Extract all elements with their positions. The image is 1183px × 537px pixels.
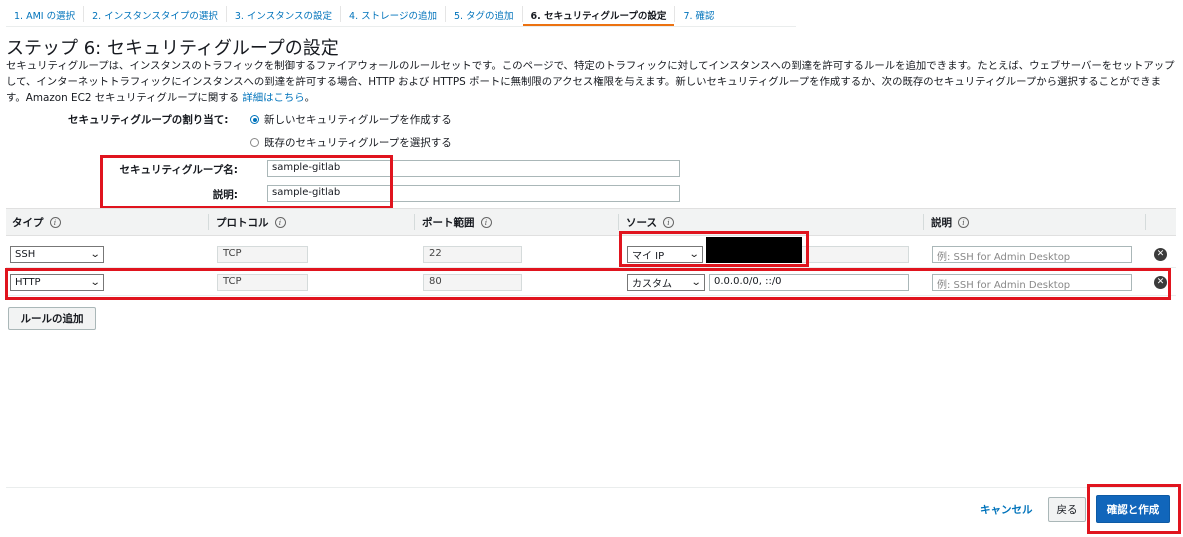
info-icon[interactable]: i (274, 216, 286, 228)
delete-rule-icon[interactable]: ✕ (1154, 248, 1167, 261)
tab-security-group[interactable]: 6. セキュリティグループの設定 (522, 0, 675, 26)
header-divider (414, 214, 415, 230)
page-description: セキュリティグループは、インスタンスのトラフィックを制御するファイアウォールのル… (6, 58, 1176, 106)
header-description-label: 説明 (931, 216, 952, 229)
back-button[interactable]: 戻る (1048, 497, 1086, 522)
radio-new-label: 新しいセキュリティグループを作成する (264, 114, 452, 126)
rule-desc-input[interactable]: 例: SSH for Admin Desktop (932, 246, 1132, 263)
header-divider (1145, 214, 1146, 230)
header-port-label: ポート範囲 (422, 216, 475, 229)
highlight-review-button (1087, 484, 1181, 534)
radio-new-group[interactable]: 新しいセキュリティグループを作成する (250, 112, 452, 127)
type-value: SSH (15, 249, 36, 260)
radio-existing-label: 既存のセキュリティグループを選択する (264, 137, 452, 149)
radio-selected-icon[interactable] (250, 115, 259, 124)
tab-ami[interactable]: 1. AMI の選択 (6, 0, 83, 26)
info-icon[interactable]: i (49, 216, 61, 228)
header-port: ポート範囲 i (416, 209, 616, 235)
header-protocol: プロトコル i (210, 209, 410, 235)
page-title: ステップ 6: セキュリティグループの設定 (6, 38, 339, 59)
tab-instance-config[interactable]: 3. インスタンスの設定 (227, 0, 340, 26)
tab-storage[interactable]: 4. ストレージの追加 (341, 0, 445, 26)
tab-tags[interactable]: 5. タグの追加 (446, 0, 522, 26)
footer-divider (6, 487, 1176, 488)
radio-existing-group[interactable]: 既存のセキュリティグループを選択する (250, 135, 452, 150)
header-protocol-label: プロトコル (216, 216, 269, 229)
header-type-label: タイプ (12, 216, 44, 229)
highlight-group-fields (100, 155, 393, 209)
tab-instance-type[interactable]: 2. インスタンスタイプの選択 (84, 0, 226, 26)
header-source-label: ソース (626, 216, 657, 229)
assign-label: セキュリティグループの割り当て: (68, 114, 229, 126)
port-field: 22 (423, 246, 522, 263)
chevron-down-icon: ⌄ (89, 249, 101, 260)
type-select[interactable]: SSH ⌄ (10, 246, 104, 263)
cancel-link[interactable]: キャンセル (980, 502, 1033, 517)
info-icon[interactable]: i (958, 216, 969, 228)
add-rule-button[interactable]: ルールの追加 (8, 307, 96, 330)
table-row: SSH ⌄ TCP 22 マイ IP ⌄ 例: SSH for Admin Desk… (6, 237, 1176, 268)
highlight-source-myip (619, 231, 809, 267)
tab-review[interactable]: 7. 確認 (675, 0, 722, 26)
description-text: セキュリティグループは、インスタンスのトラフィックを制御するファイアウォールのル… (6, 60, 1175, 104)
step-tabs: 1. AMI の選択 2. インスタンスタイプの選択 3. インスタンスの設定 … (6, 0, 723, 26)
description-period: 。 (304, 92, 316, 104)
learn-more-link[interactable]: 詳細はこちら (242, 92, 304, 104)
highlight-http-row (5, 268, 1171, 300)
header-description: 説明 i (925, 209, 1125, 235)
info-icon[interactable]: i (480, 216, 492, 228)
info-icon[interactable]: i (662, 216, 674, 228)
header-divider (618, 214, 619, 230)
protocol-field: TCP (217, 246, 308, 263)
header-type: タイプ i (6, 209, 206, 235)
rules-table-header: タイプ i プロトコル i ポート範囲 i ソース i 説明 i (6, 208, 1176, 236)
radio-unselected-icon[interactable] (250, 138, 259, 147)
header-divider (923, 214, 924, 230)
tabs-underline (6, 26, 796, 27)
header-divider (208, 214, 209, 230)
